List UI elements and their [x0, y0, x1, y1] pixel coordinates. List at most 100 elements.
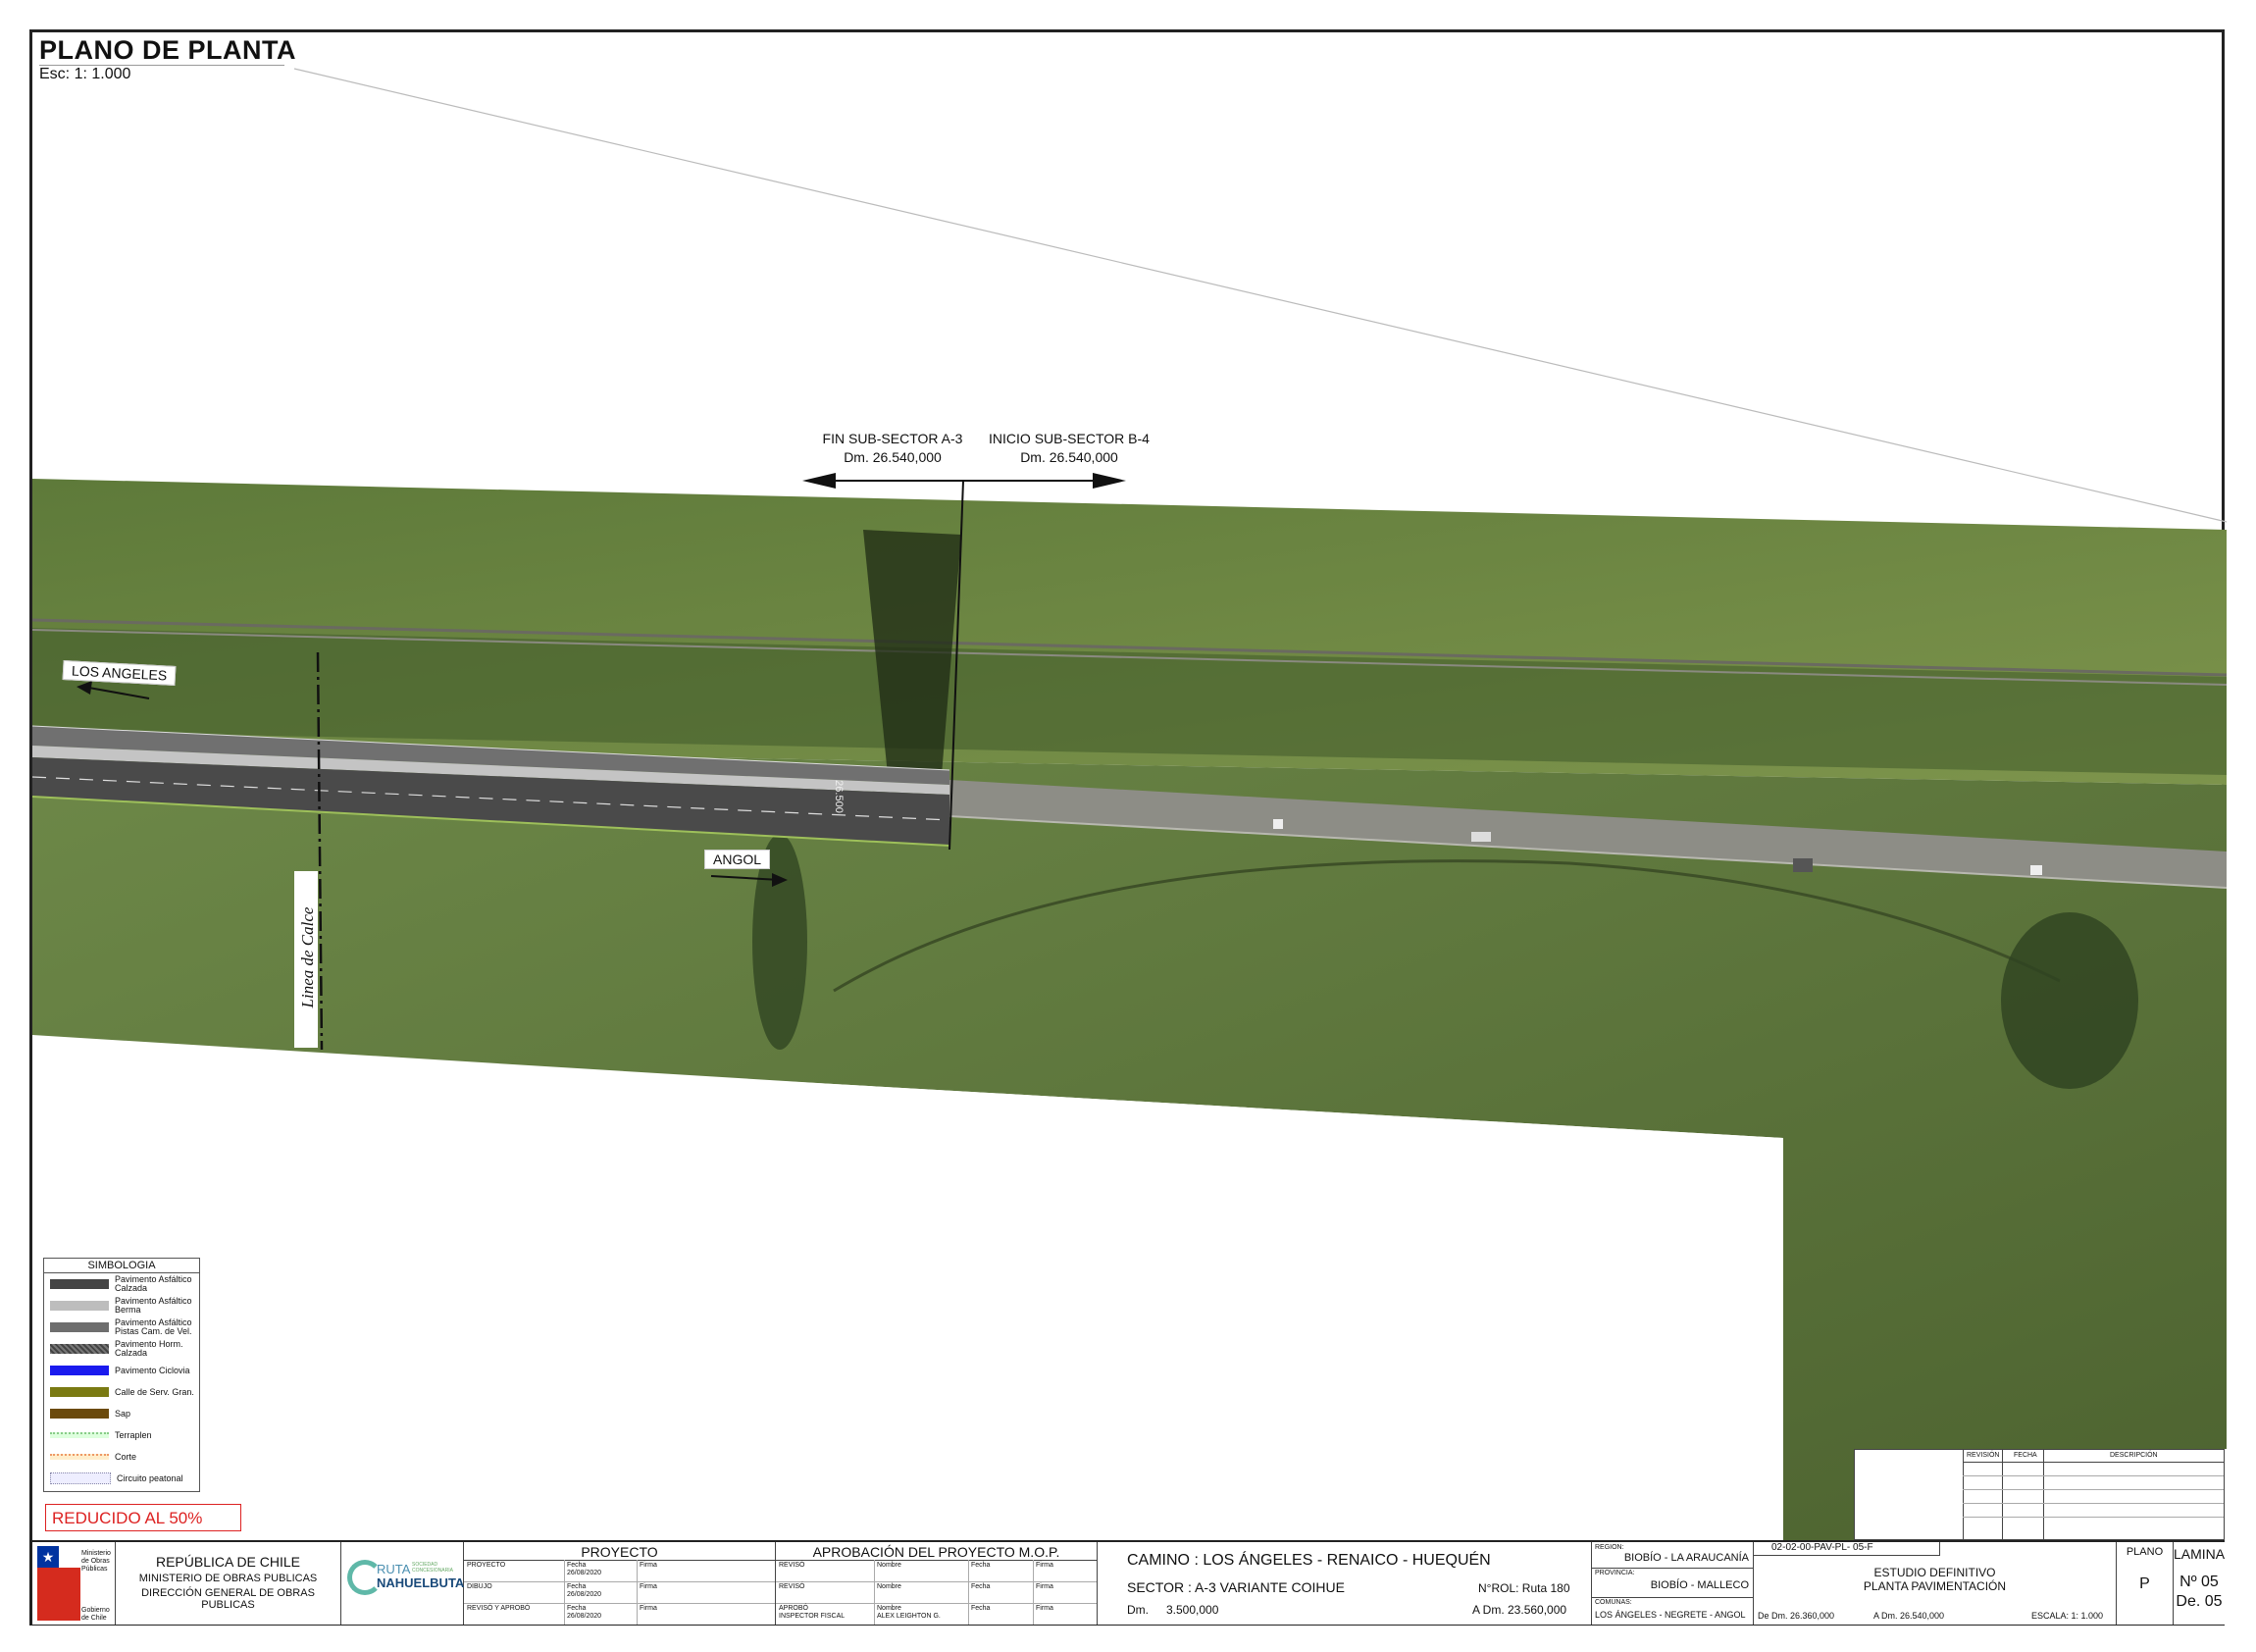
a-dm: A Dm. 26.540,000: [1873, 1611, 1945, 1621]
vehicle: [1793, 858, 1813, 872]
nrol-label: N°ROL: Ruta 180: [1478, 1581, 1570, 1595]
region-label: REGION:: [1595, 1544, 1624, 1551]
fin-subsector-label: FIN SUB-SECTOR A-3 Dm. 26.540,000: [804, 430, 981, 467]
camino-title: CAMINO : LOS ÁNGELES - RENAICO - HUEQUÉN: [1127, 1552, 1491, 1569]
title-block: ★ Ministerio de Obras Públicas Gobierno …: [32, 1540, 2225, 1625]
proyecto-date: Fecha 26/08/2020: [567, 1562, 602, 1576]
reviso-row-label: REVISÓ Y APROBÓ: [467, 1605, 531, 1612]
revision-col: REVISIÓN: [1967, 1452, 2000, 1459]
lamina-cell: LAMINA Nº 05 De. 05: [2174, 1542, 2225, 1625]
revision-rule: [1963, 1503, 2224, 1504]
ruta-logo-bottom: NAHUELBUTA: [377, 1575, 465, 1590]
linea-calce-tag: Linea de Calce: [294, 871, 318, 1048]
legend-item: Pavimento Asfáltico Pistas Cam. de Vel.: [44, 1316, 199, 1338]
legend-item: Pavimento Asfáltico Calzada: [44, 1273, 199, 1295]
provincia-value: BIOBÍO - MALLECO: [1650, 1579, 1749, 1591]
legend-item: Circuito peatonal: [44, 1468, 199, 1489]
legend-label: Pavimento Asfáltico Berma: [115, 1296, 192, 1315]
legend-item: Terraplen: [44, 1424, 199, 1446]
mop-logo-sub: Gobierno de Chile: [81, 1607, 110, 1622]
tree-cluster: [2001, 912, 2138, 1089]
plan-code: 02-02-00-PAV-PL- 05-F: [1754, 1542, 1940, 1556]
vehicle: [1471, 832, 1491, 842]
provincia-label: PROVINCIA:: [1595, 1570, 1635, 1576]
legend-title: SIMBOLOGIA: [44, 1259, 199, 1273]
ruta-logo-top: RUTA: [377, 1562, 411, 1576]
mop-logo-text: Ministerio de Obras Públicas: [81, 1550, 111, 1573]
sector-arrow-right: [1093, 473, 1126, 489]
proyecto-row-label: PROYECTO: [467, 1562, 506, 1569]
linea-calce-text: Linea de Calce: [298, 906, 317, 1008]
sector-title: SECTOR : A-3 VARIANTE COIHUE: [1127, 1579, 1345, 1595]
ministerio-title: MINISTERIO DE OBRAS PUBLICAS: [138, 1573, 318, 1584]
reviso-firma: Firma: [640, 1605, 657, 1612]
plano-cell: PLANO P: [2117, 1542, 2174, 1625]
aprob-firma-3: Firma: [1036, 1605, 1053, 1612]
fin-subsector-title: FIN SUB-SECTOR A-3: [822, 431, 963, 446]
reviso-1-label: REVISÓ: [779, 1562, 805, 1569]
vehicle: [1273, 819, 1283, 829]
lamina-number: Nº 05: [2179, 1574, 2219, 1590]
aprobacion-cell: APROBACIÓN DEL PROYECTO M.O.P. REVISÓ RE…: [776, 1542, 1098, 1625]
legend-label: Terraplen: [115, 1429, 152, 1440]
escala: ESCALA: 1: 1.000: [2031, 1611, 2104, 1621]
boundary-line: [293, 68, 2228, 523]
revision-rule: [1963, 1489, 2224, 1490]
comunas-label: COMUNAS:: [1595, 1599, 1632, 1606]
estudio-cell: 02-02-00-PAV-PL- 05-F ESTUDIO DEFINITIVO…: [1754, 1542, 2117, 1625]
revision-col: DESCRIPCIÓN: [2110, 1452, 2158, 1459]
region-cell: REGION: BIOBÍO - LA ARAUCANÍA PROVINCIA:…: [1592, 1542, 1754, 1625]
legend-item: Pavimento Horm. Calzada: [44, 1338, 199, 1360]
comunas-value: LOS ÁNGELES - NEGRETE - ANGOL: [1595, 1610, 1746, 1620]
legend-label: Corte: [115, 1451, 137, 1462]
aprob-fecha-1: Fecha: [971, 1562, 991, 1569]
legend-label: Circuito peatonal: [117, 1472, 183, 1483]
legend: SIMBOLOGIA Pavimento Asfáltico Calzada P…: [43, 1258, 200, 1492]
dibujo-date: Fecha 26/08/2020: [567, 1583, 602, 1598]
revision-col-divider: [2002, 1450, 2003, 1539]
region-value: BIOBÍO - LA ARAUCANÍA: [1623, 1552, 1749, 1564]
republica-cell: REPÚBLICA DE CHILE MINISTERIO DE OBRAS P…: [116, 1542, 341, 1625]
legend-label: Sap: [115, 1408, 131, 1419]
estudio-title: ESTUDIO DEFINITIVO: [1873, 1566, 1996, 1579]
legend-swatch: [50, 1472, 111, 1484]
vehicle: [2030, 865, 2042, 875]
legend-item: Pavimento Asfáltico Berma: [44, 1295, 199, 1316]
revision-header: REVISIÓN FECHA DESCRIPCIÓN: [1963, 1450, 2224, 1539]
lamina-label: LAMINA: [2174, 1546, 2226, 1562]
dibujo-row-label: DIBUJO: [467, 1583, 492, 1590]
de-dm: De Dm. 26.360,000: [1758, 1611, 1835, 1621]
aerial-map: [31, 68, 2228, 1540]
inicio-subsector-title: INICIO SUB-SECTOR B-4: [989, 431, 1150, 446]
revision-col-divider: [2043, 1450, 2044, 1539]
aprob-fecha-2: Fecha: [971, 1583, 991, 1590]
republica-title: REPÚBLICA DE CHILE: [155, 1554, 301, 1570]
page-title: PLANO DE PLANTA: [39, 35, 296, 65]
proyecto-title: PROYECTO: [581, 1544, 658, 1560]
legend-item: Calle de Serv. Gran.: [44, 1381, 199, 1403]
aprob-fecha-3: Fecha: [971, 1605, 991, 1612]
dm-label: Dm.: [1127, 1603, 1149, 1617]
nombre-1: Nombre: [877, 1562, 901, 1569]
legend-label: Pavimento Asfáltico Calzada: [115, 1274, 192, 1293]
legend-swatch: [50, 1454, 109, 1460]
legend-swatch: [50, 1301, 109, 1311]
legend-item: Sap: [44, 1403, 199, 1424]
plano-value: P: [2139, 1575, 2150, 1592]
legend-swatch: [50, 1366, 109, 1375]
aprobo-label: APROBÓ INSPECTOR FISCAL: [779, 1605, 846, 1620]
revision-rule: [1963, 1517, 2224, 1518]
aprob-firma-2: Firma: [1036, 1583, 1053, 1590]
revision-col: FECHA: [2014, 1452, 2037, 1459]
legend-swatch: [50, 1279, 109, 1289]
reviso-2-label: REVISÓ: [779, 1583, 805, 1590]
reduced-stamp: REDUCIDO AL 50%: [45, 1504, 241, 1531]
legend-label: Pavimento Ciclovia: [115, 1365, 190, 1375]
reviso-date: Fecha 26/08/2020: [567, 1605, 602, 1620]
a-dm-value: A Dm. 23.560,000: [1472, 1603, 1567, 1617]
direccion-title: DIRECCIÓN GENERAL DE OBRAS PUBLICAS: [141, 1587, 315, 1611]
proyecto-cell: PROYECTO PROYECTO DIBUJO REVISÓ Y APROBÓ…: [464, 1542, 776, 1625]
plano-label: PLANO: [2126, 1546, 2164, 1558]
legend-swatch: [50, 1344, 109, 1354]
dm-value: 3.500,000: [1166, 1603, 1219, 1617]
